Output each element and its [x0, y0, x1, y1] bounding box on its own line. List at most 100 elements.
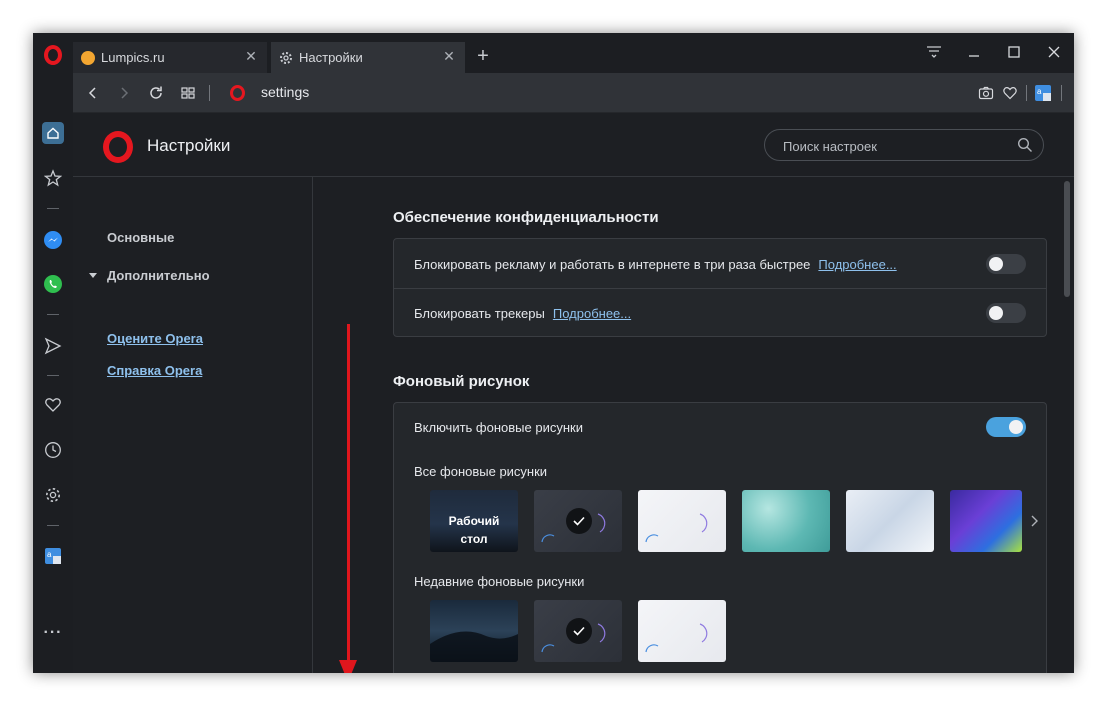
history-button[interactable]: [33, 436, 73, 464]
new-tab-button[interactable]: +: [473, 45, 493, 67]
opera-menu-button[interactable]: [33, 41, 73, 69]
site-info-button[interactable]: [226, 82, 248, 104]
tab-settings[interactable]: Настройки ✕: [271, 42, 465, 73]
maximize-button[interactable]: [1002, 41, 1026, 63]
grid-icon: [181, 87, 195, 99]
chevron-right-icon: [1031, 515, 1038, 527]
home-icon: [42, 122, 64, 144]
add-to-favorites-button[interactable]: [999, 82, 1021, 104]
wallpaper-thumb-label: Рабочий стол: [448, 514, 500, 546]
privacy-card: Блокировать рекламу и работать в интерне…: [393, 238, 1047, 337]
sidebar: a ···: [33, 33, 73, 673]
snapshot-button[interactable]: [975, 82, 997, 104]
close-tab-icon[interactable]: ✕: [441, 48, 457, 66]
wallpaper-thumb-ice[interactable]: [846, 490, 934, 552]
browser-window: a ··· Lumpics.ru ✕ Настройки ✕ + setting…: [33, 33, 1074, 673]
tab-label: Lumpics.ru: [101, 50, 165, 65]
caret-down-icon: [89, 273, 97, 278]
minimize-icon: [969, 55, 979, 57]
block-trackers-more-link[interactable]: Подробнее...: [553, 306, 631, 321]
wallpaper-thumb-light[interactable]: [638, 490, 726, 552]
block-trackers-toggle[interactable]: [986, 303, 1026, 323]
selected-check-icon: [566, 618, 592, 644]
nav-item-basic[interactable]: Основные: [107, 230, 174, 245]
clock-icon: [45, 442, 61, 458]
bookmarks-button[interactable]: [33, 164, 73, 192]
personal-news-button[interactable]: [33, 391, 73, 419]
wallpaper-thumb-dark[interactable]: [534, 490, 622, 552]
back-button[interactable]: [82, 82, 104, 104]
page-title: Настройки: [147, 136, 231, 155]
tab-menu-icon: [927, 46, 941, 58]
svg-text:a: a: [1037, 87, 1042, 96]
reload-icon: [150, 86, 162, 99]
settings-content: Обеспечение конфиденциальности Блокирова…: [314, 177, 1074, 673]
heart-icon: [45, 398, 61, 412]
settings-button[interactable]: [33, 481, 73, 509]
translate-icon: a: [45, 548, 61, 564]
translate-extension-button[interactable]: a: [1032, 82, 1054, 104]
search-input[interactable]: [783, 136, 1003, 156]
maximize-icon: [1008, 46, 1020, 58]
settings-search[interactable]: [764, 129, 1044, 161]
wallpaper-thumb-teal[interactable]: [742, 490, 830, 552]
toggle-knob: [989, 257, 1003, 271]
opera-help-link[interactable]: Справка Opera: [107, 363, 202, 378]
translator-button[interactable]: a: [33, 542, 73, 570]
wallpaper-thumb-purple[interactable]: [950, 490, 1022, 552]
scroll-down-annotation-arrowhead: [339, 660, 357, 673]
close-window-button[interactable]: [1042, 41, 1066, 63]
scrollbar[interactable]: [1064, 181, 1070, 297]
address-divider: [209, 85, 210, 101]
arc-decoration-icon: [645, 623, 708, 653]
my-flow-button[interactable]: [33, 332, 73, 360]
messenger-button[interactable]: [33, 226, 73, 254]
reload-button[interactable]: [145, 82, 167, 104]
wallpaper-thumb-desktop[interactable]: Рабочий стол: [430, 490, 518, 552]
opera-logo-icon: [44, 45, 62, 65]
minimize-button[interactable]: [962, 41, 986, 63]
wallpapers-card: Включить фоновые рисунки Все фоновые рис…: [393, 402, 1047, 673]
url-text[interactable]: settings: [261, 84, 309, 100]
block-ads-more-link[interactable]: Подробнее...: [818, 257, 896, 272]
wallpapers-next-button[interactable]: [1027, 511, 1041, 531]
toggle-knob: [1009, 420, 1023, 434]
block-ads-toggle[interactable]: [986, 254, 1026, 274]
close-tab-icon[interactable]: ✕: [243, 48, 259, 66]
forward-button[interactable]: [113, 82, 135, 104]
tab-lumpics[interactable]: Lumpics.ru ✕: [73, 42, 267, 73]
lumpics-favicon-icon: [81, 50, 95, 65]
more-icon[interactable]: ···: [33, 619, 73, 647]
sidebar-separator: [47, 525, 59, 526]
selected-check-icon: [566, 508, 592, 534]
tab-menu-button[interactable]: [922, 41, 946, 63]
gear-icon: [280, 51, 292, 64]
sidebar-separator: [47, 314, 59, 315]
sidebar-separator: [47, 375, 59, 376]
heart-icon: [1003, 87, 1017, 100]
recent-wallpapers-label: Недавние фоновые рисунки: [414, 574, 585, 589]
enable-wallpapers-label: Включить фоновые рисунки: [414, 419, 583, 435]
dunes-decoration-icon: [430, 631, 518, 662]
address-bar: settings a: [73, 73, 1074, 113]
rate-opera-link[interactable]: Оцените Opera: [107, 331, 203, 346]
opera-logo-icon: [229, 85, 245, 101]
enable-wallpapers-toggle[interactable]: [986, 417, 1026, 437]
svg-text:a: a: [47, 550, 52, 559]
whatsapp-button[interactable]: [33, 270, 73, 298]
tabs-overview-button[interactable]: [177, 82, 199, 104]
wallpapers-section-title: Фоновый рисунок: [393, 373, 530, 390]
send-icon: [44, 337, 62, 355]
speed-dial-button[interactable]: [33, 119, 73, 147]
recent-wallpaper-thumb-dark[interactable]: [534, 600, 622, 662]
block-trackers-row: Блокировать трекеры Подробнее...: [394, 289, 1046, 337]
address-divider: [1026, 85, 1027, 101]
block-ads-row: Блокировать рекламу и работать в интерне…: [394, 240, 1046, 288]
opera-logo-icon: [103, 131, 133, 163]
all-wallpapers-label: Все фоновые рисунки: [414, 464, 548, 479]
recent-wallpaper-thumb-dunes[interactable]: [430, 600, 518, 662]
recent-wallpaper-thumb-light[interactable]: [638, 600, 726, 662]
close-icon: [1048, 46, 1060, 58]
back-arrow-icon: [88, 87, 96, 99]
nav-item-advanced[interactable]: Дополнительно: [89, 268, 210, 283]
